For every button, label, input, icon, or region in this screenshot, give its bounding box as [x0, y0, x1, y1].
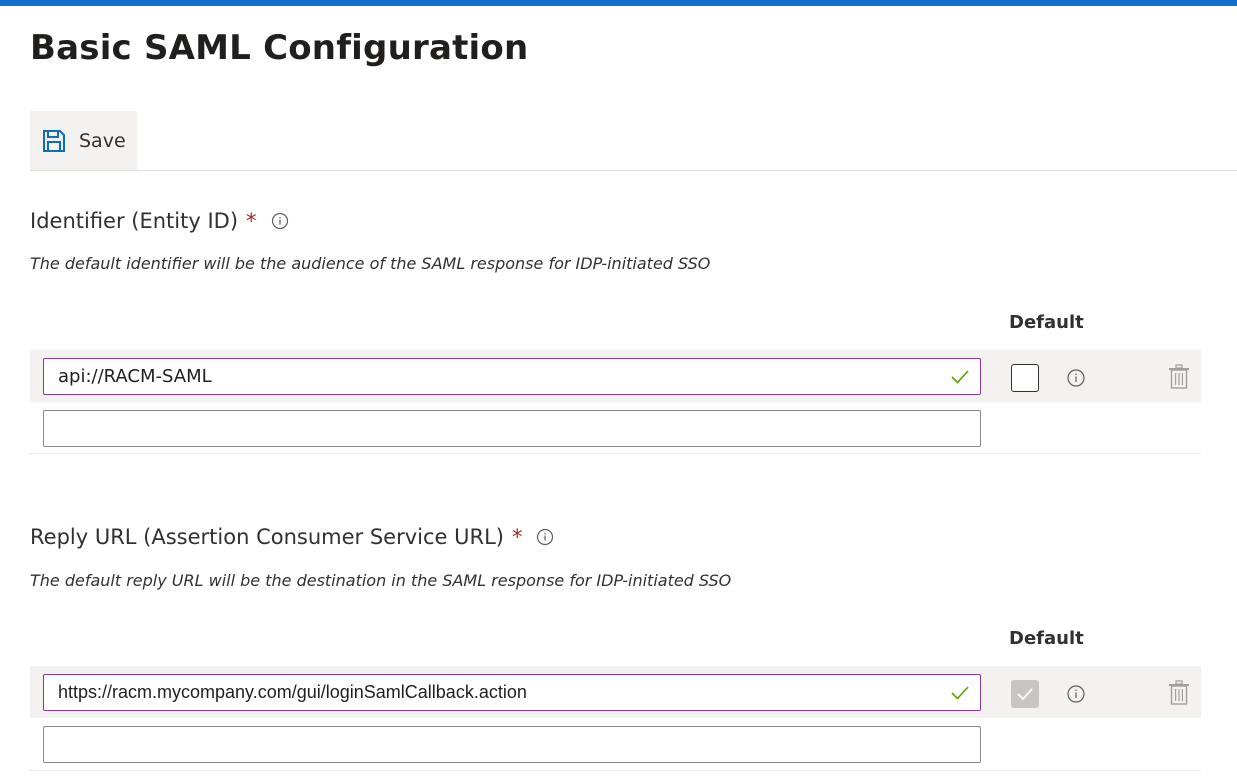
section-divider — [30, 770, 1201, 771]
checkmark-icon — [1017, 688, 1033, 701]
identifier-label-row: Identifier (Entity ID) * — [30, 209, 289, 233]
top-accent-bar — [0, 0, 1237, 6]
reply-url-label-row: Reply URL (Assertion Consumer Service UR… — [30, 525, 554, 549]
info-icon[interactable] — [271, 212, 289, 230]
page-title: Basic SAML Configuration — [30, 28, 529, 68]
info-icon[interactable] — [1066, 368, 1086, 388]
info-icon[interactable] — [536, 528, 554, 546]
default-column-header: Default — [1009, 312, 1084, 333]
save-button[interactable]: Save — [30, 111, 137, 170]
save-button-label: Save — [79, 129, 126, 152]
identifier-description: The default identifier will be the audie… — [30, 254, 711, 273]
reply-url-input-value: https://racm.mycompany.com/gui/loginSaml… — [58, 682, 527, 702]
default-checkbox[interactable] — [1011, 364, 1039, 392]
command-bar: Save — [30, 111, 1237, 171]
reply-url-input[interactable]: https://racm.mycompany.com/gui/loginSaml… — [43, 674, 981, 711]
checkmark-icon — [950, 684, 970, 702]
required-asterisk: * — [511, 525, 523, 549]
reply-url-label: Reply URL (Assertion Consumer Service UR… — [30, 525, 504, 549]
save-icon — [41, 128, 67, 154]
default-checkbox[interactable] — [1011, 680, 1039, 708]
identifier-input[interactable]: api://RACM-SAML — [43, 358, 981, 395]
identifier-input-value: api://RACM-SAML — [58, 366, 212, 387]
delete-icon[interactable] — [1168, 680, 1190, 706]
reply-url-description: The default reply URL will be the destin… — [30, 571, 732, 590]
identifier-label: Identifier (Entity ID) — [30, 209, 239, 233]
required-asterisk: * — [246, 209, 257, 233]
reply-url-input-new[interactable] — [43, 726, 981, 763]
default-column-header: Default — [1009, 628, 1084, 649]
info-icon[interactable] — [1066, 684, 1086, 704]
identifier-input-new[interactable] — [43, 410, 981, 447]
checkmark-icon — [950, 368, 970, 386]
section-divider — [30, 453, 1201, 454]
delete-icon[interactable] — [1168, 364, 1190, 390]
